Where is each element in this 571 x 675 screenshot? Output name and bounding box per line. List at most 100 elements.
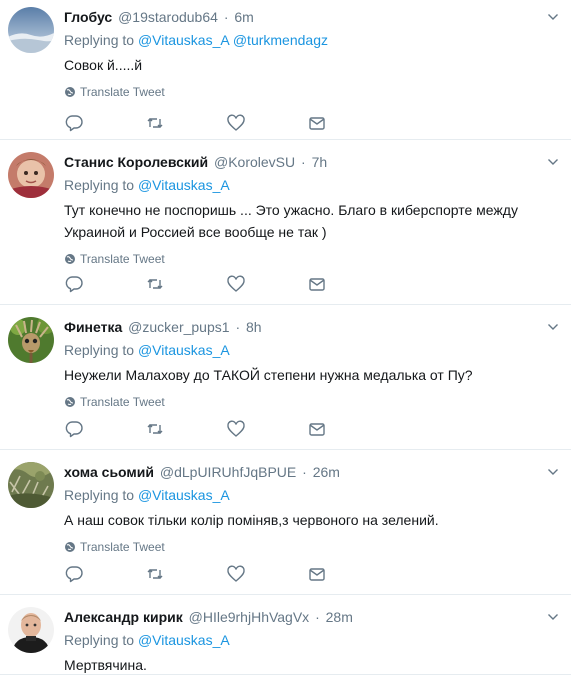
tweet-text: Неужели Малахову до ТАКОЙ степени нужна … (64, 367, 473, 383)
chevron-down-icon[interactable] (547, 466, 559, 478)
retweet-icon (147, 118, 163, 128)
retweet-icon (147, 569, 163, 579)
retweet-button[interactable] (145, 113, 165, 133)
timestamp[interactable]: 8h (246, 319, 262, 335)
tweet-header: Станис Королевский @KorolevSU · 7h (64, 152, 559, 172)
avatar[interactable] (8, 317, 54, 363)
tweet-text: Совок й.....й (64, 57, 143, 73)
fullname[interactable]: Станис Королевский (64, 154, 208, 170)
tweet-actions (64, 274, 388, 294)
direct-message-icon (309, 117, 325, 130)
reply-context: Replying to @Vitauskas_A (64, 340, 559, 360)
username[interactable]: @KorolevSU (214, 154, 295, 170)
tweet-text: Мертвячина. (64, 657, 147, 673)
retweet-button[interactable] (145, 274, 165, 294)
fullname[interactable]: Александр кирик (64, 609, 183, 625)
tweet-actions (64, 113, 388, 133)
reply-icon (65, 276, 83, 293)
direct-message-icon (309, 278, 325, 291)
fullname[interactable]: Финетка (64, 319, 122, 335)
tweet[interactable]: Станис Королевский @KorolevSU · 7h Reply… (0, 140, 571, 305)
tweet[interactable]: Александр кирик @HIle9rhjHhVagVx · 28m R… (0, 595, 571, 675)
like-button[interactable] (226, 419, 246, 439)
tweet-header: Александр кирик @HIle9rhjHhVagVx · 28m (64, 607, 559, 627)
replying-label: Replying to (64, 632, 135, 648)
like-icon (227, 275, 245, 292)
fullname[interactable]: хома сьомий (64, 464, 154, 480)
tweet-header: хома сьомий @dLpUIRUhfJqBPUE · 26m (64, 462, 559, 482)
globe-icon (65, 87, 75, 97)
separator-dot: · (235, 319, 241, 335)
translate-label: Translate Tweet (80, 395, 165, 409)
mention-link[interactable]: @Vitauskas_A (138, 177, 230, 193)
translate-tweet-link[interactable]: Translate Tweet (64, 251, 559, 267)
like-button[interactable] (226, 113, 246, 133)
username[interactable]: @19starodub64 (118, 9, 218, 25)
like-button[interactable] (226, 564, 246, 584)
separator-dot: · (302, 464, 307, 480)
separator-dot: · (315, 609, 320, 625)
timestamp[interactable]: 6m (234, 9, 253, 25)
retweet-button[interactable] (145, 419, 165, 439)
reply-button[interactable] (64, 419, 84, 439)
replying-label: Replying to (64, 177, 135, 193)
direct-message-button[interactable] (307, 419, 327, 439)
username[interactable]: @HIle9rhjHhVagVx (189, 609, 310, 625)
username[interactable]: @zucker_pups1 (128, 319, 229, 335)
timestamp[interactable]: 26m (313, 464, 340, 480)
tweet-text: А наш совок тільки колір поміняв,з черво… (64, 512, 439, 528)
reply-timeline: Глобус @19starodub64 · 6m Replying to @V… (0, 0, 571, 675)
reply-context: Replying to @Vitauskas_A @turkmendagz (64, 30, 559, 50)
tweet-text: Тут конечно не поспоришь ... Это ужасно.… (64, 202, 522, 240)
reply-button[interactable] (64, 113, 84, 133)
like-icon (227, 114, 245, 131)
chevron-down-icon[interactable] (547, 156, 559, 168)
mention-link[interactable]: @Vitauskas_A (138, 487, 230, 503)
reply-icon (65, 421, 83, 438)
mention-link[interactable]: @Vitauskas_A (138, 32, 229, 48)
mention-link[interactable]: @Vitauskas_A (138, 632, 230, 648)
translate-tweet-link[interactable]: Translate Tweet (64, 539, 559, 555)
tweet[interactable]: Глобус @19starodub64 · 6m Replying to @V… (0, 0, 571, 140)
replying-label: Replying to (64, 32, 135, 48)
globe-icon (65, 397, 75, 407)
reply-icon (65, 566, 83, 583)
translate-tweet-link[interactable]: Translate Tweet (64, 84, 559, 100)
mention-link[interactable]: @turkmendagz (233, 32, 328, 48)
chevron-down-icon[interactable] (547, 321, 559, 333)
avatar[interactable] (8, 7, 54, 53)
separator-dot: · (301, 154, 306, 170)
chevron-down-icon[interactable] (547, 11, 559, 23)
avatar[interactable] (8, 152, 54, 198)
timestamp[interactable]: 7h (312, 154, 328, 170)
like-button[interactable] (226, 274, 246, 294)
translate-label: Translate Tweet (80, 252, 165, 266)
like-icon (227, 420, 245, 437)
username[interactable]: @dLpUIRUhfJqBPUE (160, 464, 296, 480)
chevron-down-icon[interactable] (547, 611, 559, 623)
reply-button[interactable] (64, 564, 84, 584)
tweet-header: Финетка @zucker_pups1 · 8h (64, 317, 559, 337)
reply-button[interactable] (64, 274, 84, 294)
direct-message-icon (309, 423, 325, 436)
avatar[interactable] (8, 607, 54, 653)
reply-context: Replying to @Vitauskas_A (64, 485, 559, 505)
tweet[interactable]: хома сьомий @dLpUIRUhfJqBPUE · 26m Reply… (0, 450, 571, 595)
tweet-actions (64, 564, 388, 584)
direct-message-button[interactable] (307, 564, 327, 584)
avatar[interactable] (8, 462, 54, 508)
like-icon (227, 565, 245, 582)
timestamp[interactable]: 28m (326, 609, 353, 625)
reply-context: Replying to @Vitauskas_A (64, 175, 559, 195)
direct-message-icon (309, 568, 325, 581)
direct-message-button[interactable] (307, 274, 327, 294)
fullname[interactable]: Глобус (64, 9, 112, 25)
tweet-actions (64, 419, 388, 439)
tweet[interactable]: Финетка @zucker_pups1 · 8h Replying to @… (0, 305, 571, 450)
direct-message-button[interactable] (307, 113, 327, 133)
translate-label: Translate Tweet (80, 540, 165, 554)
tweet-header: Глобус @19starodub64 · 6m (64, 7, 559, 27)
mention-link[interactable]: @Vitauskas_A (138, 342, 230, 358)
translate-tweet-link[interactable]: Translate Tweet (64, 394, 559, 410)
retweet-button[interactable] (145, 564, 165, 584)
